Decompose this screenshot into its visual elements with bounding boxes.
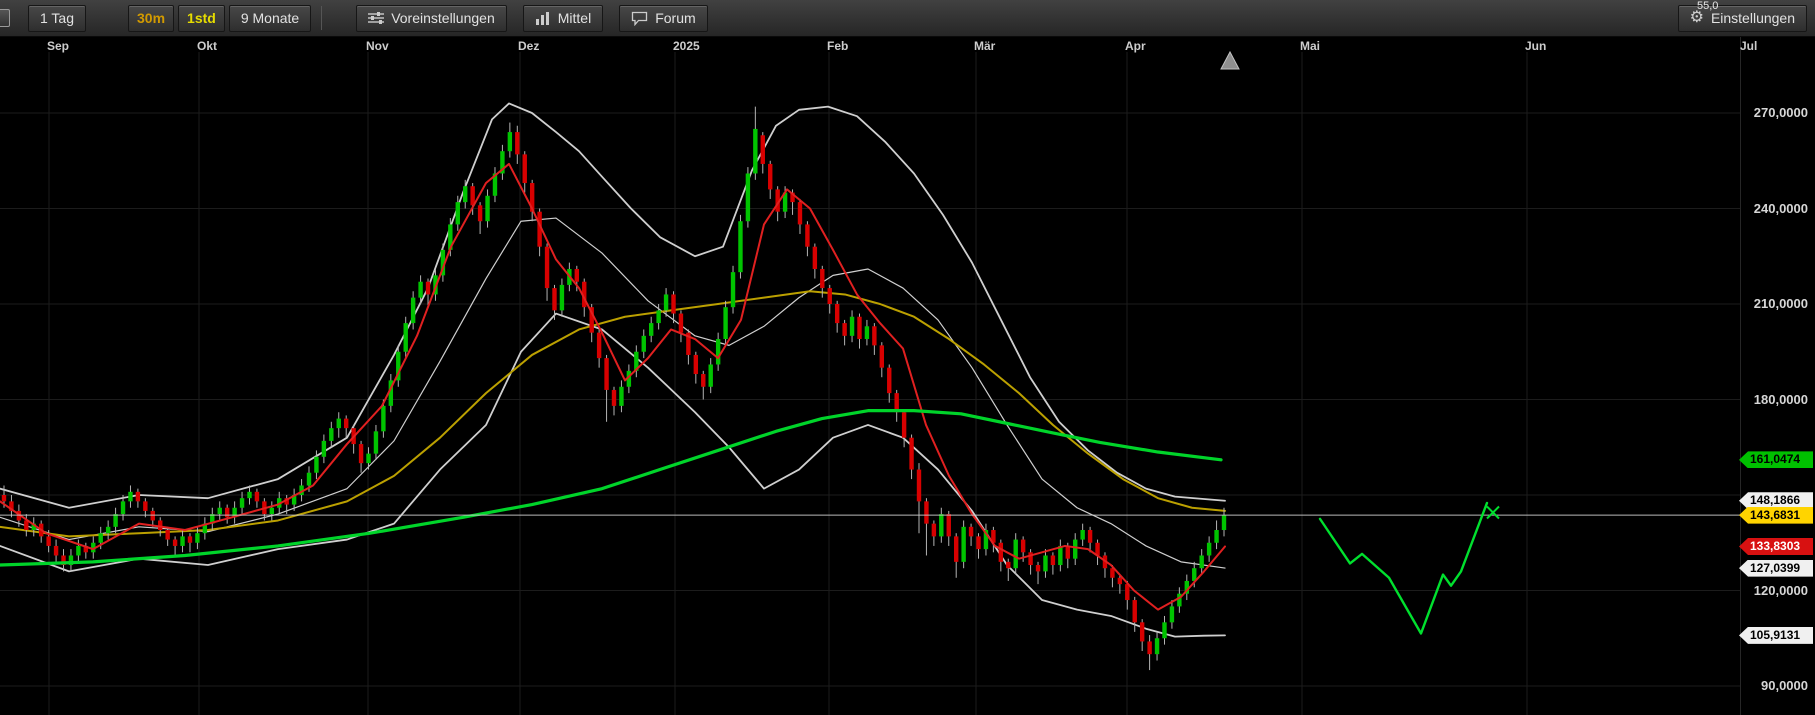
timeframe-30min-label: 30m bbox=[137, 10, 165, 26]
toolbar: 1 Tag 30m 1std 9 Monate Voreinstellungen… bbox=[0, 0, 1815, 37]
chart-bars-icon bbox=[535, 11, 551, 25]
window-grid-icon[interactable] bbox=[0, 9, 10, 27]
chart-marker-icon[interactable] bbox=[1221, 52, 1239, 69]
chart-grid bbox=[0, 52, 1742, 715]
chart-canvas[interactable] bbox=[0, 0, 1815, 715]
ma50-line bbox=[0, 291, 1225, 536]
timeframe-30min-button[interactable]: 30m bbox=[128, 5, 174, 32]
timeframe-1day-button[interactable]: 1 Tag bbox=[28, 5, 86, 32]
presets-button[interactable]: Voreinstellungen bbox=[356, 5, 507, 32]
gear-icon: ⚙ bbox=[1690, 10, 1704, 26]
drawing-x-marker[interactable] bbox=[1487, 507, 1499, 519]
range-9months-button[interactable]: 9 Monate bbox=[229, 5, 311, 32]
timeframe-1hour-button[interactable]: 1std bbox=[178, 5, 225, 32]
indicators-label: Mittel bbox=[558, 10, 591, 26]
price-axis[interactable] bbox=[1740, 37, 1815, 715]
stray-indicator-value: 55,0 bbox=[1697, 0, 1718, 12]
timeframe-1day-label: 1 Tag bbox=[40, 10, 74, 26]
range-9months-label: 9 Monate bbox=[241, 10, 299, 26]
forum-label: Forum bbox=[655, 10, 695, 26]
forum-icon bbox=[631, 11, 648, 26]
indicators-button[interactable]: Mittel bbox=[523, 5, 603, 32]
presets-label: Voreinstellungen bbox=[391, 10, 495, 26]
forum-button[interactable]: Forum bbox=[619, 5, 707, 32]
trend-drawing[interactable] bbox=[1320, 503, 1487, 634]
timeframe-1hour-label: 1std bbox=[187, 10, 216, 26]
sliders-icon bbox=[368, 11, 384, 25]
bollinger-upper-line bbox=[0, 103, 1225, 507]
settings-label: Einstellungen bbox=[1711, 10, 1795, 26]
bollinger-lower-line bbox=[0, 314, 1225, 637]
toolbar-separator bbox=[321, 6, 322, 30]
